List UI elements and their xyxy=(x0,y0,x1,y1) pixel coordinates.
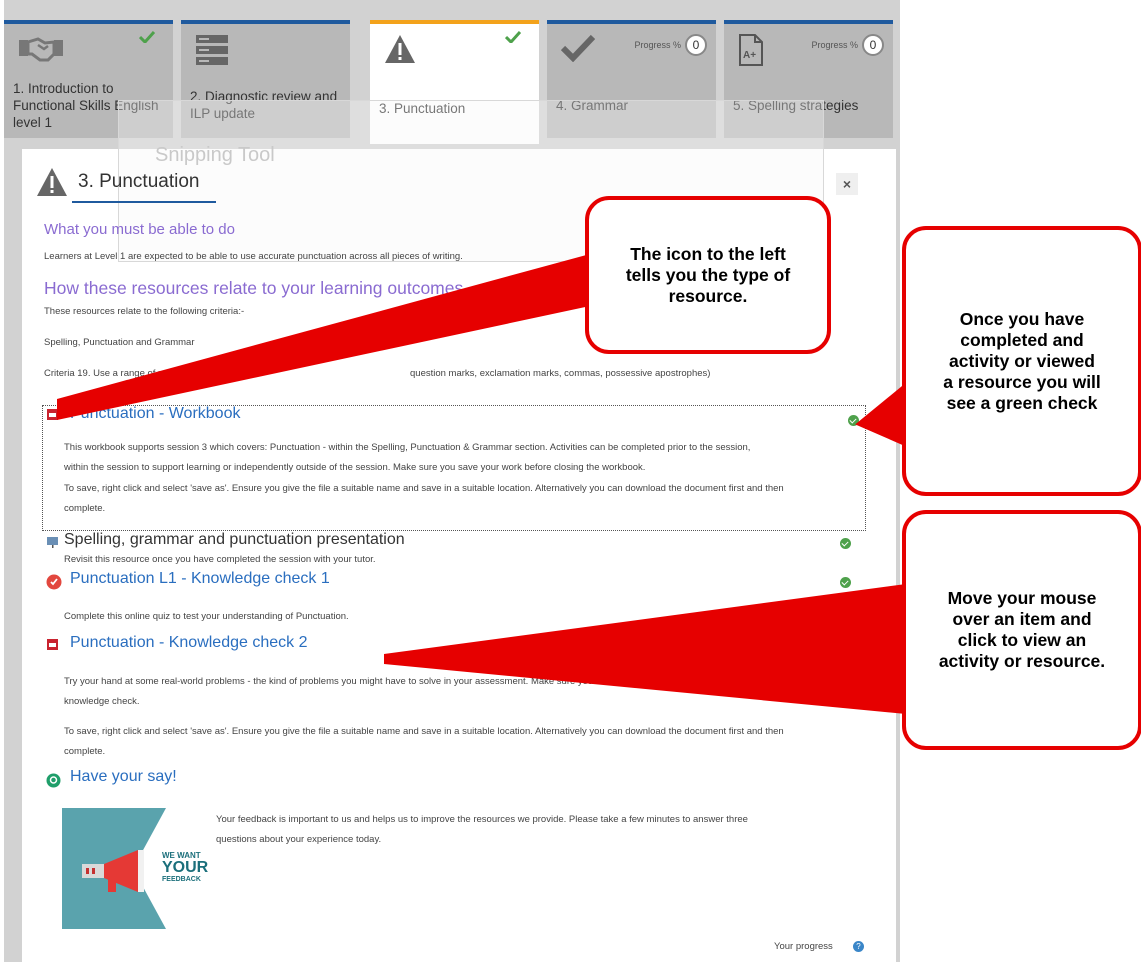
resource-description: To save, right click and select 'save as… xyxy=(64,483,784,494)
megaphone-icon xyxy=(82,850,162,899)
feedback-image-text: YOUR xyxy=(162,859,209,876)
server-icon xyxy=(195,34,229,71)
complete-check-icon xyxy=(840,577,851,588)
resource-description: questions about your experience today. xyxy=(216,834,382,845)
resource-link[interactable]: Punctuation - Knowledge check 2 xyxy=(70,634,307,652)
resource-description: within the session to support learning o… xyxy=(64,462,646,473)
your-progress-label: Your progress xyxy=(774,941,833,952)
pdf-file-icon xyxy=(46,638,59,656)
resource-description: complete. xyxy=(64,746,106,757)
complete-check-icon xyxy=(840,538,851,549)
callout-text: Move your mouse over an item and click t… xyxy=(938,588,1106,671)
callout-mouse-over: Move your mouse over an item and click t… xyxy=(902,510,1141,750)
progress-value: 0 xyxy=(685,34,707,56)
resource-link[interactable]: Have your say! xyxy=(70,768,177,786)
progress-label: Progress % xyxy=(634,40,681,50)
resource-link[interactable]: Punctuation - Workbook xyxy=(70,405,240,423)
course-frame: 1. Introduction to Functional Skills Eng… xyxy=(4,0,900,962)
warning-icon xyxy=(36,167,68,202)
resource-description: Your feedback is important to us and hel… xyxy=(216,814,748,825)
feedback-icon xyxy=(46,773,61,793)
complete-check-icon xyxy=(504,30,522,48)
intro-text: Learners at Level 1 are expected to be a… xyxy=(44,251,463,262)
resource-description: complete. xyxy=(64,503,106,514)
resource-description: knowledge check. xyxy=(64,696,140,707)
progress-indicator: Progress % 0 xyxy=(634,34,707,56)
warning-icon xyxy=(384,34,416,69)
resource-description: Revisit this resource once you have comp… xyxy=(64,554,376,565)
criteria-text-end: question marks, exclamation marks, comma… xyxy=(410,368,711,379)
progress-indicator: Progress % 0 xyxy=(811,34,884,56)
ghost-window-title: Snipping Tool xyxy=(155,144,275,166)
pdf-file-icon xyxy=(46,408,59,426)
presentation-icon xyxy=(46,535,59,553)
criteria-intro-text: These resources relate to the following … xyxy=(44,306,245,317)
resource-link[interactable]: Punctuation L1 - Knowledge check 1 xyxy=(70,570,330,588)
title-underline xyxy=(72,201,216,203)
help-icon[interactable]: ? xyxy=(853,941,864,952)
resource-description: This workbook supports session 3 which c… xyxy=(64,442,751,453)
feedback-image: WE WANT YOUR FEEDBACK xyxy=(62,808,212,929)
complete-check-icon xyxy=(848,415,859,426)
close-button[interactable]: × xyxy=(836,173,858,195)
callout-text: Once you have completed and activity or … xyxy=(943,308,1101,413)
callout-green-check: Once you have completed and activity or … xyxy=(902,226,1141,496)
progress-label: Progress % xyxy=(811,40,858,50)
svg-text:A+: A+ xyxy=(743,50,756,61)
resource-description: Try your hand at some real-world problem… xyxy=(64,676,738,687)
page-title: 3. Punctuation xyxy=(78,171,200,192)
complete-check-icon xyxy=(138,30,156,48)
criteria-group-text: Spelling, Punctuation and Grammar xyxy=(44,337,195,348)
quiz-icon xyxy=(46,574,62,595)
criteria-text-start: Criteria 19. Use a range of punctuation xyxy=(44,368,208,379)
check-mark-icon xyxy=(560,34,596,67)
resource-description: To save, right click and select 'save as… xyxy=(64,726,784,737)
resource-link[interactable]: Spelling, grammar and punctuation presen… xyxy=(64,531,405,549)
progress-value: 0 xyxy=(862,34,884,56)
callout-text: The icon to the left tells you the type … xyxy=(625,243,791,306)
callout-icon-type: The icon to the left tells you the type … xyxy=(585,196,831,354)
heading-must-be-able: What you must be able to do xyxy=(44,221,235,238)
handshake-icon xyxy=(18,34,64,69)
grade-document-icon: A+ xyxy=(738,34,764,71)
resource-description: Complete this online quiz to test your u… xyxy=(64,611,349,622)
heading-learning-outcomes: How these resources relate to your learn… xyxy=(44,278,464,298)
feedback-image-text: FEEDBACK xyxy=(162,876,201,883)
